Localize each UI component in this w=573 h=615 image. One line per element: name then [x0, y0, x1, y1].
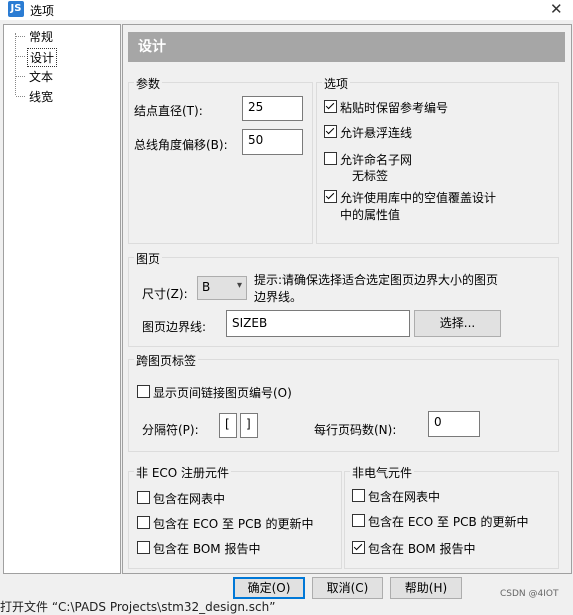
tree-item-linewidth[interactable]: 线宽	[27, 88, 55, 105]
sheet-border-label: 图页边界线:	[142, 320, 207, 334]
sheet-size-value: B	[202, 280, 211, 294]
non-elec-netlist-label: 包含在网表中	[368, 490, 441, 504]
tree-item-general[interactable]: 常规	[27, 28, 55, 45]
named-subnet-checkbox[interactable]	[324, 152, 337, 165]
floating-connection-label: 允许悬浮连线	[340, 126, 413, 140]
tree-connector	[15, 33, 16, 95]
chevron-down-icon: ▾	[236, 280, 242, 291]
non-elec-netlist-checkbox[interactable]	[352, 489, 365, 502]
non-elec-pcb-label: 包含在 ECO 至 PCB 的更新中	[368, 515, 529, 529]
cancel-button[interactable]: 取消(C)	[312, 577, 383, 599]
non-eco-bom-label: 包含在 BOM 报告中	[153, 542, 261, 556]
non-eco-pcb-checkbox[interactable]	[137, 516, 150, 529]
offpage-group-title: 跨图页标签	[134, 352, 199, 369]
app-icon: JS	[8, 1, 24, 17]
non-eco-netlist-label: 包含在网表中	[153, 492, 226, 506]
bus-angle-input[interactable]: 50	[242, 129, 303, 155]
per-line-label: 每行页码数(N):	[314, 423, 397, 437]
category-tree: 常规 设计 文本 线宽	[3, 24, 121, 574]
sheet-size-label: 尺寸(Z):	[142, 287, 188, 301]
show-link-checkbox[interactable]	[137, 385, 150, 398]
close-icon[interactable]: ✕	[550, 0, 563, 18]
non-eco-netlist-checkbox[interactable]	[137, 491, 150, 504]
separator-right-input[interactable]: ]	[240, 413, 258, 438]
sheet-border-input[interactable]: SIZEB	[226, 310, 410, 337]
options-group-title: 选项	[322, 75, 351, 92]
tree-branch	[16, 36, 25, 37]
help-button[interactable]: 帮助(H)	[390, 577, 462, 599]
non-eco-bom-checkbox[interactable]	[137, 541, 150, 554]
window-title: 选项	[30, 4, 55, 18]
floating-connection-checkbox[interactable]	[324, 125, 337, 138]
named-subnet-label: 允许命名子网	[340, 153, 413, 167]
keep-refdes-checkbox[interactable]	[324, 100, 337, 113]
select-border-button[interactable]: 选择...	[414, 310, 501, 337]
params-group-title: 参数	[134, 75, 163, 92]
ok-button[interactable]: 确定(O)	[233, 577, 305, 599]
show-link-label: 显示页间链接图页编号(O)	[153, 386, 292, 400]
sheet-hint-1: 提示:请确保选择适合选定图页边界大小的图页	[254, 273, 499, 287]
non-elec-pcb-checkbox[interactable]	[352, 514, 365, 527]
node-diameter-input[interactable]: 25	[242, 96, 303, 121]
status-text: 打开文件 “C:\PADS Projects\stm32_design.sch”	[0, 600, 276, 614]
tree-branch	[16, 56, 25, 57]
library-override-label: 允许使用库中的空值覆盖设计	[340, 191, 497, 205]
title-bar	[0, 0, 573, 20]
offpage-group	[128, 359, 559, 452]
keep-refdes-label: 粘贴时保留参考编号	[340, 101, 449, 115]
watermark: CSDN @4IOT	[500, 589, 559, 599]
library-override-label-2: 中的属性值	[340, 208, 401, 222]
tree-branch	[16, 76, 25, 77]
non-eco-pcb-label: 包含在 ECO 至 PCB 的更新中	[153, 517, 314, 531]
node-diameter-label: 结点直径(T):	[134, 104, 203, 118]
tree-branch	[16, 96, 25, 97]
tree-item-text[interactable]: 文本	[27, 68, 55, 85]
sheet-group-title: 图页	[134, 250, 163, 267]
sheet-size-select[interactable]: B ▾	[197, 276, 247, 300]
sheet-hint-2: 边界线。	[254, 290, 303, 304]
separator-left-input[interactable]: [	[219, 413, 237, 438]
non-eco-group-title: 非 ECO 注册元件	[134, 464, 232, 481]
separator-label: 分隔符(P):	[142, 423, 199, 437]
non-elec-bom-label: 包含在 BOM 报告中	[368, 542, 476, 556]
library-override-checkbox[interactable]	[324, 190, 337, 203]
named-subnet-label-2: 无标签	[352, 169, 389, 183]
non-elec-bom-checkbox[interactable]	[352, 541, 365, 554]
bus-angle-label: 总线角度偏移(B):	[134, 138, 228, 152]
per-line-input[interactable]: 0	[428, 411, 480, 437]
tree-item-design[interactable]: 设计	[27, 48, 58, 67]
page-title: 设计	[128, 32, 565, 62]
non-electrical-group-title: 非电气元件	[350, 464, 415, 481]
